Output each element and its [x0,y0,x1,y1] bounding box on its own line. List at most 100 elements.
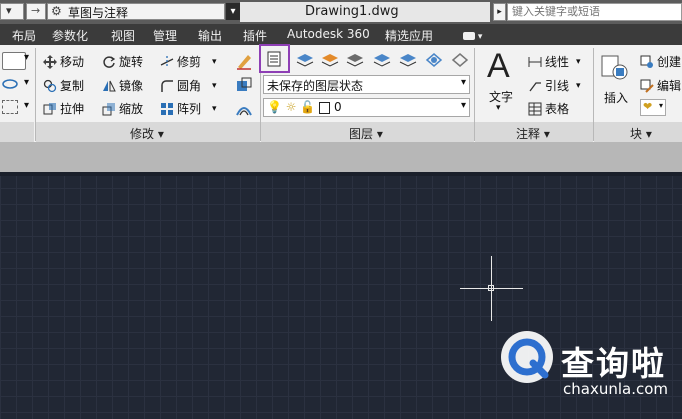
chevron-down-icon[interactable]: ▾ [24,100,29,111]
layer-state-value: 未保存的图层状态 [267,79,364,93]
offset-icon[interactable] [234,99,254,119]
leader-button[interactable]: 引线 ▾ [528,77,581,94]
watermark-text: 查询啦 [561,344,666,383]
tab-view[interactable]: 视图 [111,27,135,44]
chevron-down-icon[interactable]: ▾ [212,57,217,67]
text-tool-label[interactable]: 文字 [489,88,513,105]
layer-dropdown[interactable]: 💡 ☼ 🔓 0 ▾ [263,98,470,117]
create-block-button[interactable]: 创建 [640,53,681,70]
trim-button[interactable]: 修剪 ▾ [160,53,217,70]
layer-off-icon[interactable] [320,50,340,70]
block-panel-title[interactable]: 块 ▾ [630,125,652,142]
chevron-down-icon[interactable]: ▾ [576,81,581,91]
dimension-icon [528,55,542,69]
move-button[interactable]: 移动 [43,53,84,70]
qat-undo-button[interactable]: ▾ [0,3,24,20]
layer-properties-icon [267,51,281,67]
layer-lock-icon[interactable] [398,50,418,70]
canvas-top-edge [0,172,682,176]
leader-label: 引线 [545,79,570,93]
redo-arrow-icon: → [31,4,41,17]
layer-properties-button[interactable] [259,44,290,73]
tab-overflow-icon[interactable]: ▾ [463,28,482,42]
tab-parametric[interactable]: 参数化 [52,27,88,44]
chevron-down-icon: ▾ [658,101,663,110]
table-label: 表格 [545,102,570,116]
trim-icon [160,55,174,69]
chevron-down-icon[interactable]: ▾ [576,57,581,67]
hatch-tool-icon[interactable] [2,100,18,114]
layer-state-dropdown[interactable]: 未保存的图层状态 ▾ [263,75,470,94]
chevron-down-icon[interactable]: ▾ [212,81,217,91]
stretch-button[interactable]: 拉伸 [43,100,84,117]
rectangle-tool-icon[interactable] [2,52,26,70]
tab-layout[interactable]: 布局 [12,27,36,44]
layer-previous-icon[interactable] [450,50,470,70]
move-label: 移动 [60,55,85,69]
erase-icon[interactable] [234,51,254,71]
redo-button[interactable]: → [26,3,46,20]
lock-icon: 🔓 [300,100,316,114]
layer-match-icon[interactable] [424,50,444,70]
fillet-icon [160,79,174,93]
linear-dimension-button[interactable]: 线性 ▾ [528,53,581,70]
text-tool-icon[interactable]: A [487,48,510,84]
layer-isolate-icon[interactable] [345,50,365,70]
watermark-url: chaxunla.com [563,380,668,398]
tab-plugins[interactable]: 插件 [243,27,267,44]
tab-autodesk-360[interactable]: Autodesk 360 [287,27,370,41]
edit-block-button[interactable]: 编辑 [640,77,681,94]
copy-icon [43,79,57,93]
document-title: Drawing1.dwg [305,4,399,19]
search-expand-icon[interactable]: ▸ [493,3,506,21]
modify-panel-title[interactable]: 修改 ▾ [130,125,164,142]
move-icon [43,54,57,69]
scale-icon [102,102,116,116]
mirror-button[interactable]: 镜像 [102,77,143,94]
scale-button[interactable]: 缩放 [102,100,143,117]
color-swatch-icon [319,101,331,114]
array-button[interactable]: 阵列 ▾ [160,100,217,117]
copy-button[interactable]: 复制 [43,77,84,94]
chevron-down-icon: ▾ [460,77,466,88]
insert-label[interactable]: 插入 [604,89,628,106]
annotation-panel-title[interactable]: 注释 ▾ [516,125,550,142]
layer-freeze-icon[interactable] [372,50,392,70]
chevron-down-icon[interactable]: ▾ [496,103,501,113]
chevron-down-icon[interactable]: ▾ [212,104,217,114]
workspace-dropdown-arrow-icon[interactable]: ▾ [226,3,240,20]
trim-label: 修剪 [177,55,202,69]
layers-panel-title[interactable]: 图层 ▾ [349,125,383,142]
gear-icon: ⚙ [51,4,62,18]
linear-label: 线性 [545,55,570,69]
attribute-icon: ❤ [643,100,653,113]
chevron-down-icon: ▾ [460,100,466,111]
fillet-button[interactable]: 圆角 ▾ [160,77,217,94]
chevron-down-icon[interactable]: ▾ [24,77,29,88]
tab-manage[interactable]: 管理 [153,27,177,44]
chevron-down-icon[interactable]: ▾ [24,52,29,63]
mirror-icon [102,79,116,93]
current-layer-value: 0 [333,100,342,114]
fillet-label: 圆角 [177,79,202,93]
table-button[interactable]: 表格 [528,100,569,117]
draw-panel-footer [0,122,34,142]
block-attributes-dropdown[interactable]: ❤ ▾ [640,99,666,116]
search-input[interactable] [507,3,682,21]
tab-featured-apps[interactable]: 精选应用 [385,27,433,44]
mirror-label: 镜像 [119,79,144,93]
layer-stack-icon[interactable] [295,50,315,70]
rotate-button[interactable]: 旋转 [102,53,143,70]
insert-block-icon[interactable] [600,52,630,84]
ellipse-tool-icon[interactable] [2,77,18,91]
workspace-dropdown[interactable]: ⚙ 草图与注释 [47,3,225,20]
title-bar: ▾ → ⚙ 草图与注释 ▾ Drawing1.dwg ▸ [0,0,682,24]
stretch-label: 拉伸 [60,102,85,116]
ribbon-tab-bar: 布局 参数化 视图 管理 输出 插件 Autodesk 360 精选应用 ▾ [0,24,682,45]
explode-icon[interactable] [234,75,254,95]
tab-output[interactable]: 输出 [198,27,222,44]
edit-label: 编辑 [657,79,682,93]
array-label: 阵列 [177,102,202,116]
scale-label: 缩放 [119,102,144,116]
table-icon [528,102,542,116]
